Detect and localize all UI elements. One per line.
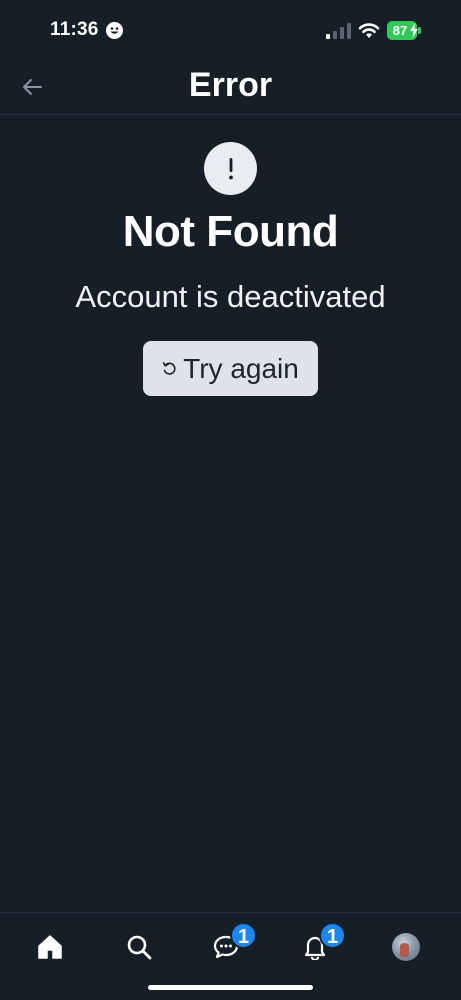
face-icon bbox=[106, 22, 123, 39]
signal-icon bbox=[326, 23, 351, 39]
notifications-badge: 1 bbox=[319, 922, 346, 949]
exclamation-icon bbox=[204, 142, 257, 195]
search-icon bbox=[127, 935, 152, 960]
home-icon bbox=[38, 935, 62, 959]
header: Error bbox=[0, 62, 461, 115]
chat-badge: 1 bbox=[230, 922, 257, 949]
screen: 11:36 87 Error Not Found Account is deac… bbox=[0, 0, 461, 1000]
nav-home[interactable] bbox=[30, 927, 70, 967]
nav-profile[interactable] bbox=[386, 927, 426, 967]
page-title: Error bbox=[188, 66, 273, 104]
refresh-icon bbox=[162, 362, 176, 375]
status-time: 11:36 bbox=[50, 19, 99, 40]
try-again-button[interactable]: Try again bbox=[143, 341, 318, 396]
wifi-icon bbox=[358, 23, 380, 38]
avatar bbox=[392, 933, 420, 961]
battery-icon: 87 bbox=[387, 21, 421, 40]
status-bar: 11:36 87 bbox=[0, 0, 461, 62]
battery-tip bbox=[418, 27, 421, 34]
home-indicator[interactable] bbox=[148, 985, 313, 990]
nav-chat[interactable]: 1 bbox=[206, 922, 257, 967]
error-heading: Not Found bbox=[122, 207, 339, 256]
nav-search[interactable] bbox=[119, 927, 159, 967]
error-message: Account is deactivated bbox=[75, 279, 386, 314]
nav-notifications[interactable]: 1 bbox=[295, 922, 346, 967]
try-again-label: Try again bbox=[183, 352, 299, 384]
